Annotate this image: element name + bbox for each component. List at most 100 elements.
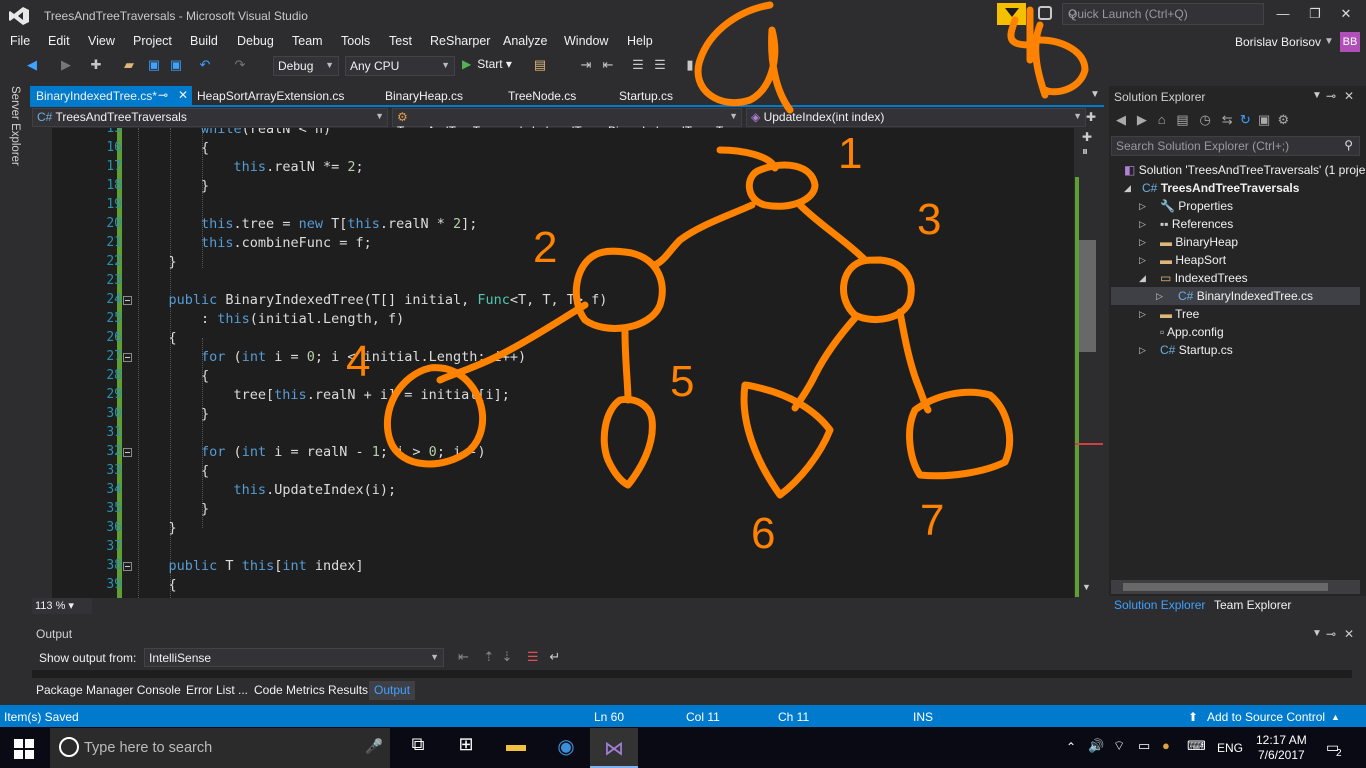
save-icon[interactable]: ▣	[146, 57, 162, 75]
menu-debug[interactable]: Debug	[237, 34, 274, 48]
save-all-icon[interactable]: ▣	[168, 57, 184, 75]
tab-treenode[interactable]: TreeNode.cs	[502, 86, 582, 106]
menu-tools[interactable]: Tools	[341, 34, 370, 48]
add-to-source-control-button[interactable]: Add to Source Control	[1207, 710, 1325, 724]
collapse-toggle[interactable]	[123, 448, 132, 457]
menu-project[interactable]: Project	[133, 34, 172, 48]
output-source-select[interactable]: IntelliSense ▼	[144, 648, 444, 667]
taskbar-clock[interactable]: 12:17 AM 7/6/2017	[1256, 733, 1307, 763]
tree-item-startup[interactable]: C# Startup.cs	[1160, 343, 1233, 357]
tree-item-indexedtrees[interactable]: ▭ IndexedTrees	[1160, 271, 1248, 285]
menu-window[interactable]: Window	[564, 34, 608, 48]
volume-icon[interactable]: 🔊	[1088, 738, 1104, 754]
tab-overflow-icon[interactable]: ▼	[1090, 89, 1100, 100]
tree-item-binaryindexedtree[interactable]: C# BinaryIndexedTree.cs	[1178, 289, 1313, 303]
collapsed-icon[interactable]: ▷	[1139, 219, 1146, 230]
pause-icon[interactable]: ⏸	[1082, 144, 1088, 159]
tree-item-references[interactable]: ▪▪ References	[1160, 217, 1233, 231]
tab-solution-explorer[interactable]: Solution Explorer	[1114, 598, 1205, 612]
expanded-icon[interactable]: ◢	[1124, 183, 1131, 194]
notification-flag[interactable]	[997, 3, 1026, 25]
tab-code-metrics[interactable]: Code Metrics Results	[249, 681, 373, 700]
input-language[interactable]: ENG	[1217, 741, 1243, 755]
sync-icon[interactable]: ⇆	[1222, 112, 1233, 127]
maximize-button[interactable]: ❐	[1305, 6, 1325, 24]
properties-icon[interactable]: ⚙	[1278, 112, 1290, 127]
type-dropdown[interactable]: ⚙ TreesAndTreeTraversals.IndexedTrees.Bi…	[392, 108, 742, 138]
back-icon[interactable]: ◀	[1116, 112, 1126, 127]
collapse-toggle[interactable]	[123, 562, 132, 571]
forward-icon[interactable]: ▶	[1137, 112, 1147, 127]
taskbar-search-box[interactable]: Type here to search 🎤	[50, 728, 390, 768]
menu-test[interactable]: Test	[389, 34, 412, 48]
tab-startup[interactable]: Startup.cs	[613, 86, 679, 106]
wifi-icon[interactable]: ⌔	[1113, 738, 1125, 754]
menu-file[interactable]: File	[10, 34, 30, 48]
start-button[interactable]: ▶ Start ▾	[462, 57, 512, 71]
tree-item-properties[interactable]: 🔧 Properties	[1160, 199, 1233, 213]
menu-edit[interactable]: Edit	[48, 34, 70, 48]
collapsed-icon[interactable]: ▷	[1139, 237, 1146, 248]
pin-icon[interactable]: ⊸	[158, 88, 168, 102]
pending-changes-icon[interactable]: ◷	[1200, 112, 1211, 127]
close-tab-icon[interactable]: ✕	[178, 88, 188, 102]
uncomment-icon[interactable]: ☰	[652, 57, 668, 75]
project-dropdown[interactable]: C# TreesAndTreeTraversals ▼	[32, 108, 388, 127]
menu-team[interactable]: Team	[292, 34, 323, 48]
task-view-icon[interactable]: ⧉	[404, 734, 432, 762]
scroll-down-icon[interactable]: ▼	[1082, 582, 1091, 592]
attach-icon[interactable]: ▤	[532, 57, 548, 75]
feedback-icon[interactable]	[1038, 6, 1052, 20]
user-name[interactable]: Borislav Borisov	[1235, 35, 1321, 49]
collapsed-icon[interactable]: ▷	[1156, 291, 1163, 302]
split-editor-icon[interactable]: ✚	[1082, 130, 1092, 144]
close-panel-icon[interactable]: ✕	[1344, 627, 1354, 641]
new-project-icon[interactable]: ✚	[88, 57, 104, 75]
menu-resharper[interactable]: ReSharper	[430, 34, 490, 48]
windows-start-icon[interactable]	[14, 739, 34, 759]
prev-message-icon[interactable]: ⇡	[483, 649, 494, 664]
store-icon[interactable]: ⊞	[452, 734, 480, 762]
redo-icon[interactable]: ↷	[232, 57, 248, 75]
menu-analyze[interactable]: Analyze	[503, 34, 547, 48]
code-editor[interactable]: 15 16 17 18 19 20 21 22 23 24 25 26 27 2…	[30, 128, 1074, 598]
tab-binaryheap[interactable]: BinaryHeap.cs	[379, 86, 469, 106]
menu-build[interactable]: Build	[190, 34, 218, 48]
tree-item-binaryheap[interactable]: ▬ BinaryHeap	[1160, 235, 1238, 249]
chevron-up-icon[interactable]: ▲	[1331, 712, 1340, 722]
step-over-icon[interactable]: ⇤	[600, 57, 616, 75]
close-button[interactable]: ✕	[1336, 6, 1356, 24]
collapse-all-icon[interactable]: ▣	[1258, 112, 1270, 127]
pin-icon[interactable]: ⊸	[1326, 627, 1336, 641]
tab-binaryindexedtree[interactable]: BinaryIndexedTree.cs* ⊸ ✕	[30, 86, 192, 106]
collapsed-icon[interactable]: ▷	[1139, 201, 1146, 212]
clear-all-icon[interactable]: ☰	[527, 649, 539, 664]
app-tray-icon[interactable]: ●	[1162, 738, 1170, 753]
member-dropdown[interactable]: ◈ UpdateIndex(int index) ▼	[746, 108, 1086, 127]
back-icon[interactable]: ◀	[24, 57, 40, 75]
bookmark-icon[interactable]: ▮	[682, 57, 698, 75]
avatar[interactable]: BB	[1340, 32, 1360, 52]
tree-item-appconfig[interactable]: ▫ App.config	[1160, 325, 1224, 339]
collapsed-icon[interactable]: ▷	[1139, 345, 1146, 356]
user-dropdown-icon[interactable]: ▼	[1324, 36, 1334, 47]
open-file-icon[interactable]: ▰	[121, 57, 137, 75]
zoom-level-select[interactable]: 113 % ▾	[32, 598, 92, 614]
solution-explorer-search[interactable]: Search Solution Explorer (Ctrl+;) ⚲	[1111, 136, 1360, 156]
tab-output[interactable]: Output	[369, 681, 416, 700]
collapse-toggle[interactable]	[123, 353, 132, 362]
pin-icon[interactable]: ⊸	[1326, 89, 1336, 103]
find-message-icon[interactable]: ⇤	[458, 649, 469, 664]
battery-icon[interactable]: ▭	[1138, 738, 1150, 754]
server-explorer-tab[interactable]: Server Explorer	[9, 86, 21, 166]
show-hidden-icons-icon[interactable]: ⌃	[1066, 740, 1076, 754]
next-message-icon[interactable]: ⇣	[502, 649, 513, 664]
step-icon[interactable]: ⇥	[578, 57, 594, 75]
home-icon[interactable]: ⌂	[1158, 112, 1166, 127]
expanded-icon[interactable]: ◢	[1139, 273, 1146, 284]
tree-item-tree[interactable]: ▬ Tree	[1160, 307, 1199, 321]
configuration-select[interactable]: Debug ▼	[273, 56, 339, 76]
tree-item-heapsort[interactable]: ▬ HeapSort	[1160, 253, 1226, 267]
quick-launch-input[interactable]: Quick Launch (Ctrl+Q) ⚲	[1062, 3, 1264, 25]
collapsed-icon[interactable]: ▷	[1139, 255, 1146, 266]
